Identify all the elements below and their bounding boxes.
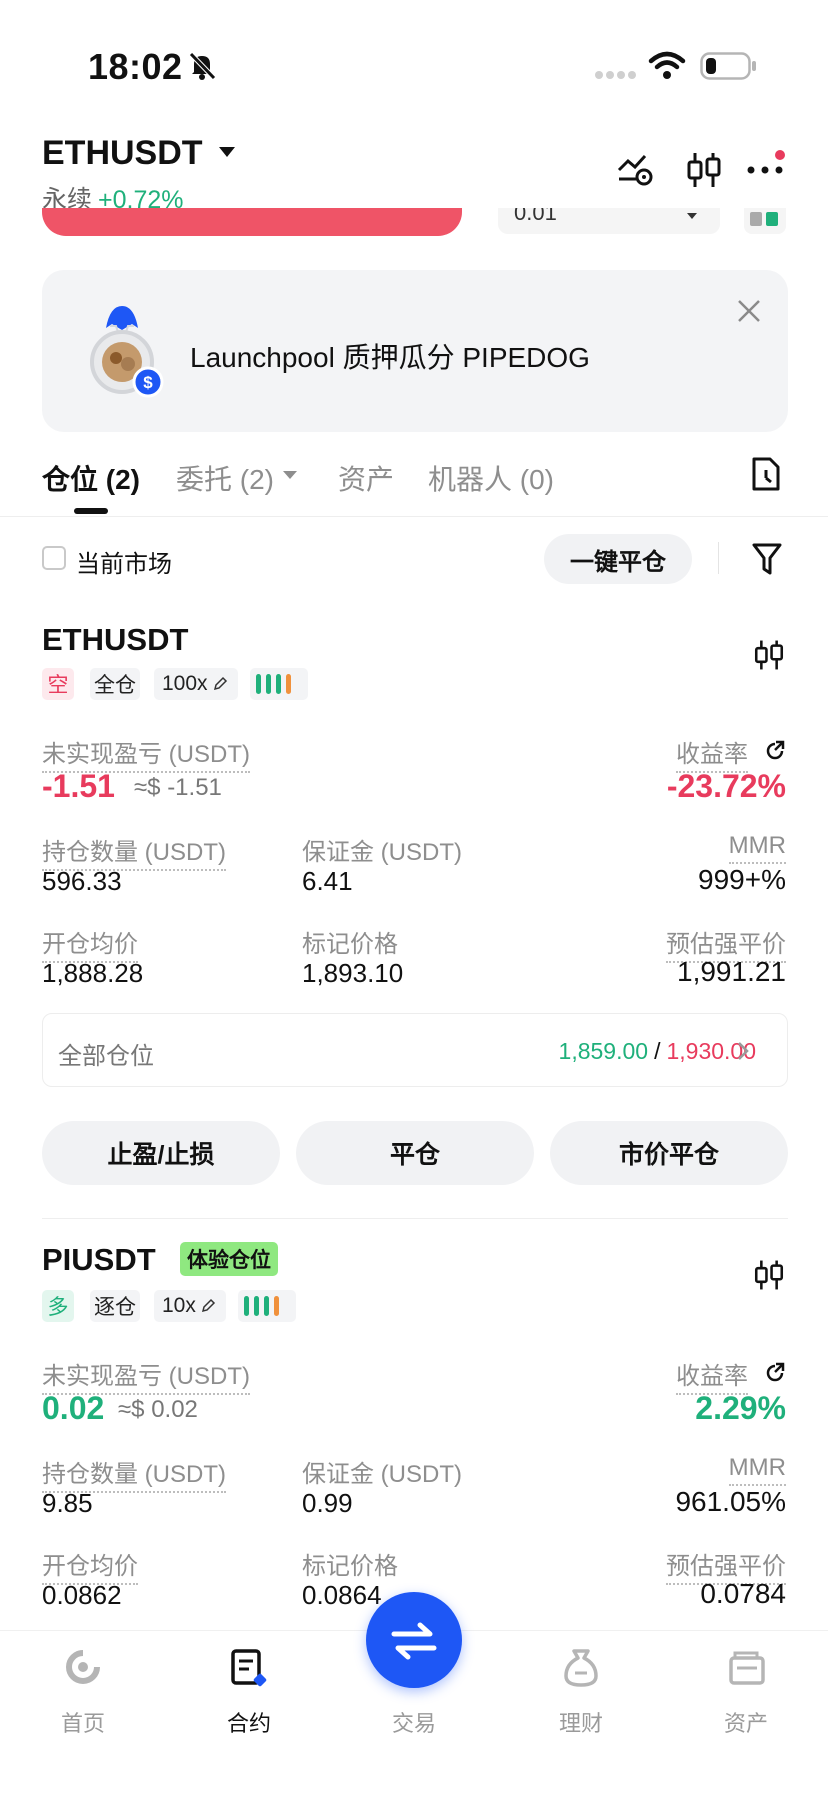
current-market-label[interactable]: 当前市场	[76, 544, 172, 579]
nav-earn-label[interactable]: 理财	[531, 1706, 631, 1738]
margin-value: 0.99	[302, 1488, 353, 1518]
caret-down-icon[interactable]	[218, 145, 236, 159]
pnl-usd: ≈$ 0.02	[118, 1396, 198, 1423]
risk-meter	[250, 668, 308, 700]
mmr-value: 999+%	[698, 864, 786, 895]
tab-bots[interactable]: 机器人 (0)	[428, 458, 554, 498]
chevron-right-icon[interactable]	[736, 1040, 750, 1062]
pair-title[interactable]: ETHUSDT	[42, 134, 203, 173]
svg-text:$: $	[143, 373, 153, 392]
candlestick-icon[interactable]	[684, 150, 724, 190]
nav-trade-label[interactable]: 交易	[364, 1706, 464, 1738]
signal-icon	[595, 71, 636, 79]
layout-toggle-partial[interactable]	[744, 208, 786, 234]
mmr-label: MMR	[728, 832, 786, 864]
futures-icon[interactable]	[230, 1648, 268, 1688]
mark-label: 标记价格	[302, 931, 398, 958]
nav-home-label[interactable]: 首页	[33, 1706, 133, 1738]
nav-futures-label[interactable]: 合约	[199, 1706, 299, 1738]
nav-assets-label[interactable]: 资产	[696, 1706, 796, 1738]
roe-value: 2.29%	[695, 1390, 786, 1426]
wallet-icon[interactable]	[728, 1650, 766, 1686]
home-icon[interactable]	[64, 1648, 102, 1686]
leverage-value: 100x	[162, 672, 208, 695]
pnl-usd: ≈$ -1.51	[134, 774, 222, 801]
launchpool-icon: $	[90, 306, 164, 398]
roe-value: -23.72%	[666, 768, 786, 804]
edit-icon	[201, 1298, 215, 1313]
mark-label: 标记价格	[302, 1553, 398, 1580]
swap-icon[interactable]	[390, 1622, 438, 1660]
leverage-value: 10x	[162, 1294, 196, 1317]
filter-separator	[718, 542, 719, 574]
share-icon[interactable]	[764, 740, 786, 762]
tab-assets[interactable]: 资产	[338, 458, 394, 498]
mark-value: 1,893.10	[302, 958, 404, 988]
close-icon[interactable]	[736, 298, 762, 324]
position-symbol[interactable]: PIUSDT	[42, 1242, 156, 1278]
margin-mode-tag: 全仓	[90, 668, 140, 700]
margin-label: 保证金 (USDT)	[302, 839, 462, 866]
mark-value: 0.0864	[302, 1580, 382, 1610]
position-divider	[42, 1218, 788, 1219]
mmr-label: MMR	[728, 1454, 786, 1486]
close-position-button[interactable]: 平仓	[296, 1121, 534, 1185]
pnl-value: -1.51	[42, 768, 115, 804]
tab-positions[interactable]: 仓位 (2)	[42, 458, 140, 498]
more-icon[interactable]	[746, 148, 788, 188]
margin-mode-tag: 逐仓	[90, 1290, 140, 1322]
order-size-partial[interactable]: 0.01	[498, 208, 720, 234]
chart-alert-icon[interactable]	[616, 150, 656, 190]
size-value: 9.85	[42, 1488, 93, 1518]
liq-value: 1,991.21	[677, 956, 786, 987]
earn-icon[interactable]	[562, 1648, 600, 1688]
position-chart-icon[interactable]	[752, 1256, 786, 1294]
tpsl-separator: /	[654, 1038, 661, 1064]
side-tag: 空	[42, 668, 74, 700]
current-market-checkbox[interactable]	[42, 546, 66, 570]
trial-position-badge: 体验仓位	[180, 1242, 278, 1276]
mmr-value: 961.05%	[675, 1486, 786, 1517]
tp-value: 1,859.00	[558, 1038, 649, 1064]
position-chart-icon[interactable]	[752, 636, 786, 674]
battery-icon	[700, 52, 756, 80]
tab-orders-caret-icon[interactable]	[282, 470, 298, 480]
entry-value: 0.0862	[42, 1580, 122, 1610]
tab-orders[interactable]: 委托 (2)	[176, 458, 274, 498]
bell-muted-icon	[189, 52, 216, 80]
order-size-caret-icon	[687, 213, 697, 219]
tpsl-values: 1,859.00 / 1,930.00	[559, 1038, 756, 1065]
share-icon[interactable]	[764, 1362, 786, 1384]
market-close-button[interactable]: 市价平仓	[550, 1121, 788, 1185]
tab-underline	[74, 508, 108, 514]
position-symbol[interactable]: ETHUSDT	[42, 622, 188, 658]
margin-value: 6.41	[302, 866, 353, 896]
wifi-icon	[648, 51, 686, 79]
filter-icon[interactable]	[752, 542, 782, 576]
margin-label: 保证金 (USDT)	[302, 1461, 462, 1488]
history-icon[interactable]	[750, 456, 782, 492]
edit-icon	[213, 676, 227, 691]
liq-value: 0.0784	[700, 1578, 786, 1609]
promo-text[interactable]: Launchpool 质押瓜分 PIPEDOG	[190, 336, 590, 376]
all-positions-label: 全部仓位	[58, 1043, 154, 1070]
tabs-divider	[0, 516, 828, 517]
tpsl-button[interactable]: 止盈/止损	[42, 1121, 280, 1185]
side-tag: 多	[42, 1290, 74, 1322]
order-size-partial-value: 0.01	[514, 208, 557, 225]
pnl-value: 0.02	[42, 1390, 105, 1426]
risk-meter	[238, 1290, 296, 1322]
sell-button-partial[interactable]	[42, 208, 462, 236]
entry-value: 1,888.28	[42, 958, 144, 988]
close-all-button[interactable]: 一键平仓	[544, 534, 692, 584]
size-value: 596.33	[42, 866, 122, 896]
status-time: 18:02	[88, 46, 183, 87]
leverage-tag[interactable]: 100x	[154, 668, 238, 700]
leverage-tag[interactable]: 10x	[154, 1290, 226, 1322]
